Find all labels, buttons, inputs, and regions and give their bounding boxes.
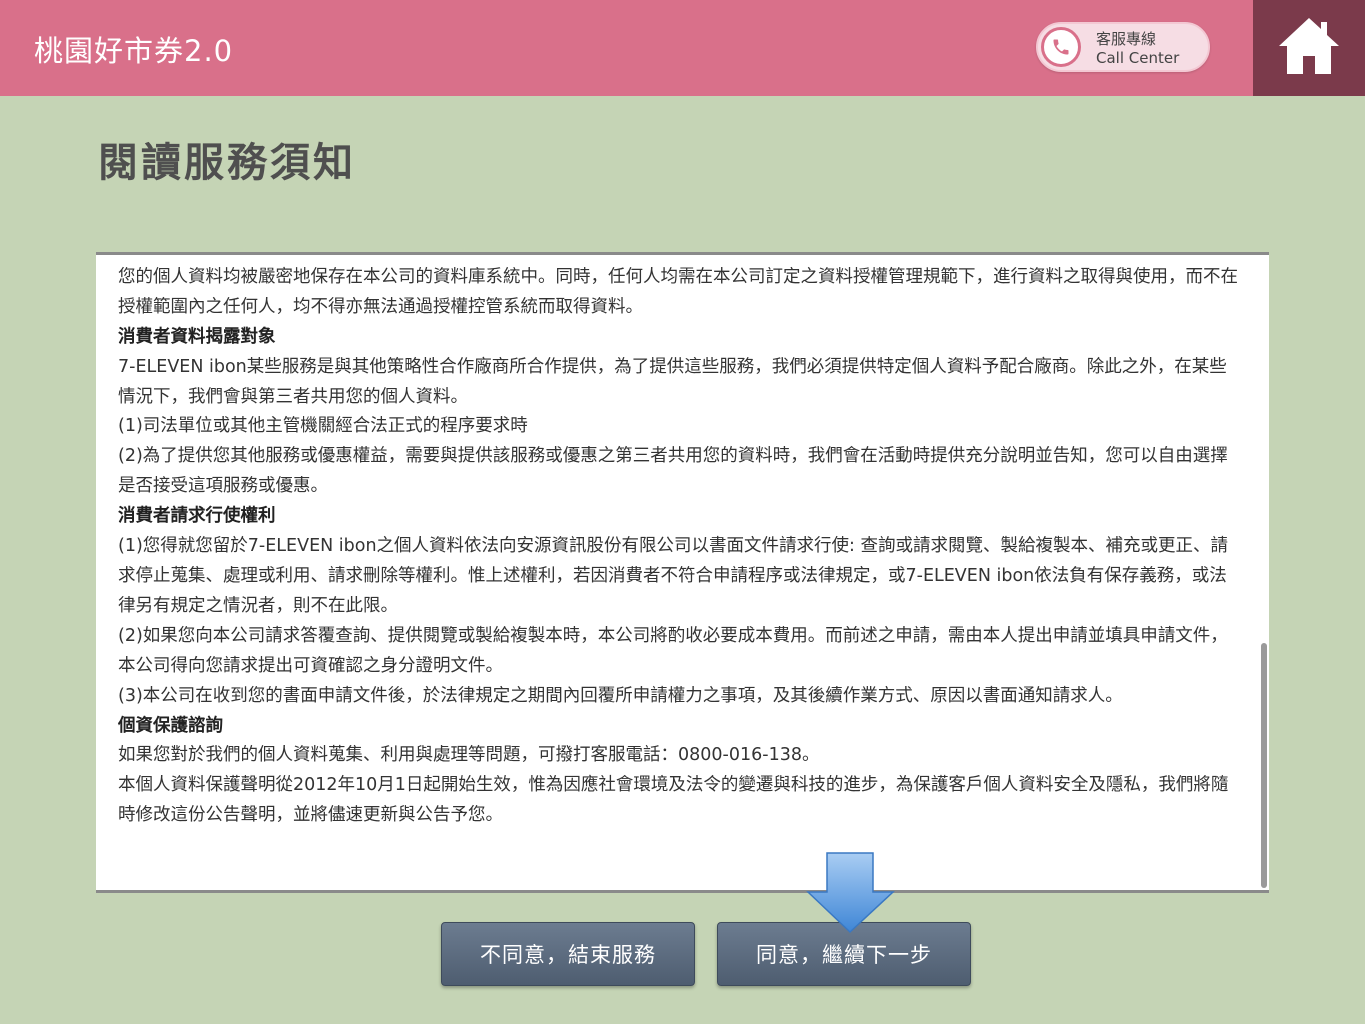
terms-heading: 消費者資料揭露對象 <box>118 326 276 347</box>
terms-paragraph: (2)為了提供您其他服務或優惠權益，需要與提供該服務或優惠之第三者共用您的資料時… <box>118 446 1228 497</box>
terms-paragraph: (2)如果您向本公司請求答覆查詢、提供閱覽或製給複製本時，本公司將酌收必要成本費… <box>118 625 1228 676</box>
app-title: 桃園好市券2.0 <box>34 34 234 68</box>
terms-paragraph: (1)司法單位或其他主管機關經合法正式的程序要求時 <box>118 416 528 437</box>
home-icon <box>1279 18 1339 74</box>
terms-paragraph: (3)本公司在收到您的書面申請文件後，於法律規定之期間內回覆所申請權力之事項，及… <box>118 685 1123 706</box>
page-title: 閱讀服務須知 <box>98 140 356 186</box>
home-button[interactable] <box>1253 0 1365 96</box>
terms-panel[interactable]: 消費者資料儲存及保管方式 您的個人資料均被嚴密地保存在本公司的資料庫系統中。同時… <box>96 252 1269 893</box>
terms-content: 消費者資料儲存及保管方式 您的個人資料均被嚴密地保存在本公司的資料庫系統中。同時… <box>118 255 1243 831</box>
terms-heading: 個資保護諮詢 <box>118 715 223 736</box>
terms-paragraph: 您的個人資料均被嚴密地保存在本公司的資料庫系統中。同時，任何人均需在本公司訂定之… <box>118 266 1238 317</box>
phone-icon <box>1041 27 1081 67</box>
disagree-end-service-button[interactable]: 不同意，結束服務 <box>441 922 695 986</box>
header-bar: 桃園好市券2.0 客服專線 Call Center <box>0 0 1365 96</box>
terms-paragraph: 7-ELEVEN ibon某些服務是與其他策略性合作廠商所合作提供，為了提供這些… <box>118 356 1227 407</box>
terms-heading: 消費者請求行使權利 <box>118 506 276 527</box>
terms-paragraph: 本個人資料保護聲明從2012年10月1日起開始生效，惟為因應社會環境及法令的變遷… <box>118 775 1229 826</box>
terms-paragraph: (1)您得就您留於7-ELEVEN ibon之個人資料依法向安源資訊股份有限公司… <box>118 536 1229 616</box>
call-center-label-en: Call Center <box>1096 49 1180 67</box>
terms-heading: 消費者資料儲存及保管方式 <box>118 255 1243 263</box>
call-center-label-zh: 客服專線 <box>1096 30 1157 48</box>
terms-paragraph: 如果您對於我們的個人資料蒐集、利用與處理等問題，可撥打客服電話：0800-016… <box>118 745 820 766</box>
call-center-button[interactable]: 客服專線 Call Center <box>1036 22 1210 72</box>
scrollbar-thumb[interactable] <box>1261 643 1267 888</box>
arrow-down-icon <box>806 852 895 934</box>
